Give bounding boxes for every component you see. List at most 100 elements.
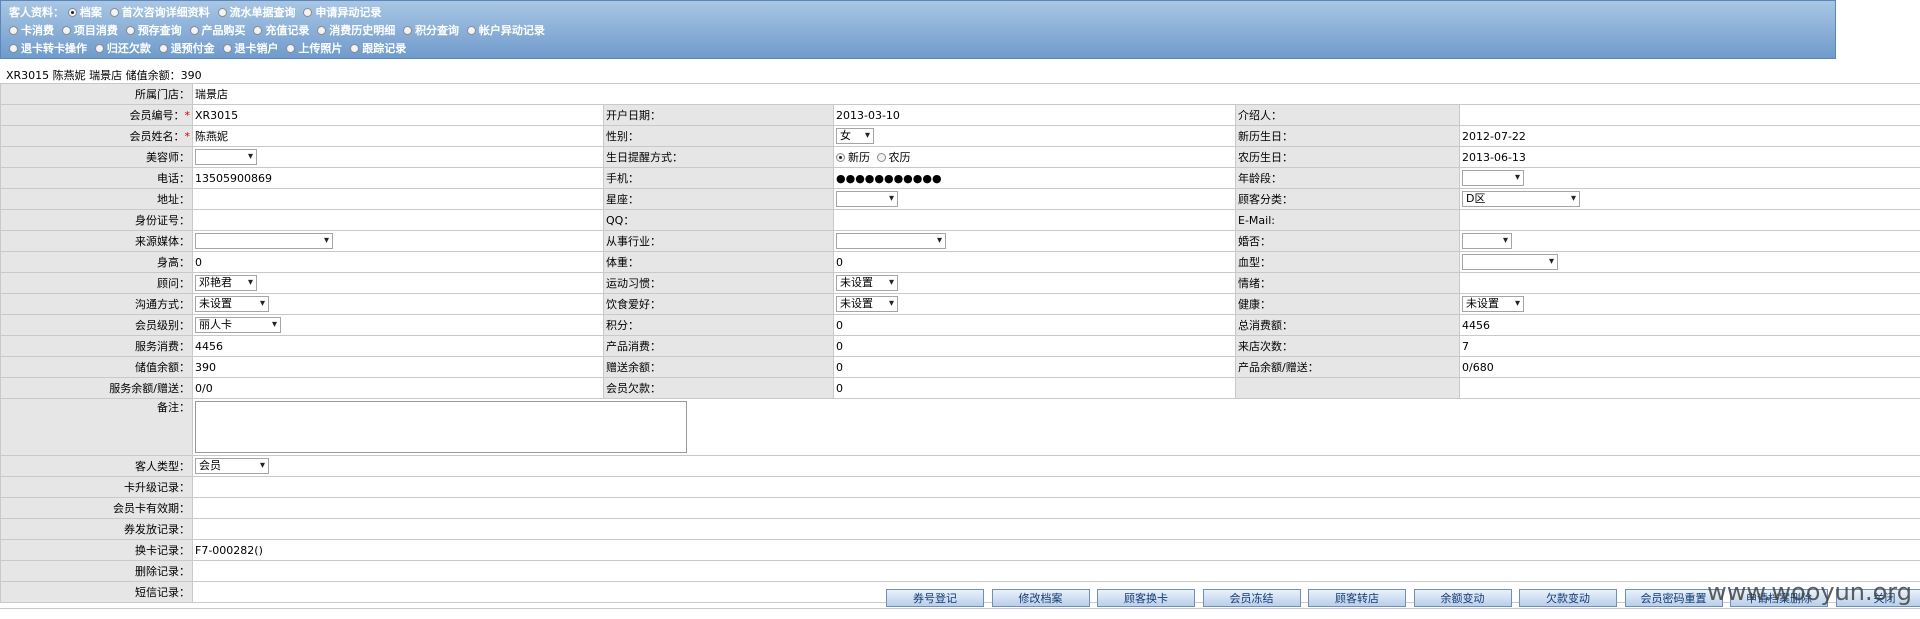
consultant-select[interactable]: 邓艳君 bbox=[195, 275, 257, 291]
radio-icon[interactable] bbox=[217, 8, 227, 17]
mobile-value[interactable]: ●●●●●●●●●●● bbox=[833, 167, 1236, 189]
nav-option-prepaid-query[interactable]: 预存查询 bbox=[125, 22, 182, 40]
radio-icon[interactable] bbox=[158, 44, 168, 53]
beautician-select[interactable] bbox=[195, 149, 257, 165]
customer-type-select[interactable]: 会员 bbox=[195, 458, 269, 474]
lunar-birthday-value[interactable]: 2013-06-13 bbox=[1458, 146, 1920, 168]
married-cell bbox=[1458, 230, 1920, 252]
lunar-birthday-label: 农历生日： bbox=[1235, 146, 1460, 168]
referrer-value[interactable] bbox=[1458, 104, 1920, 126]
health-select[interactable]: 未设置 bbox=[1462, 296, 1524, 312]
radio-icon[interactable] bbox=[253, 26, 263, 35]
nav-option-change-request[interactable]: 申请异动记录 bbox=[303, 4, 381, 22]
nav-option-product-purchase[interactable]: 产品购买 bbox=[189, 22, 246, 40]
nav-option-upload-photo[interactable]: 上传照片 bbox=[286, 40, 342, 58]
nav-option-receipt-query[interactable]: 流水单据查询 bbox=[217, 4, 296, 22]
nav-option-item-consume[interactable]: 项目消费 bbox=[61, 22, 118, 40]
source-select[interactable] bbox=[195, 233, 333, 249]
radio-icon[interactable] bbox=[350, 44, 360, 53]
nav-option-card-consume[interactable]: 卡消费 bbox=[9, 22, 54, 40]
radio-icon[interactable] bbox=[189, 26, 199, 35]
radio-icon[interactable] bbox=[466, 26, 476, 35]
age-group-select[interactable] bbox=[1462, 170, 1524, 186]
radio-icon[interactable] bbox=[286, 44, 296, 53]
coupon-log-label: 券发放记录： bbox=[0, 518, 193, 540]
member-name-value[interactable]: 陈燕妮 bbox=[192, 125, 604, 147]
radio-icon[interactable] bbox=[836, 153, 845, 162]
gift-balance-label: 赠送余额： bbox=[603, 356, 834, 378]
email-value[interactable] bbox=[1458, 209, 1920, 231]
blood-label: 血型： bbox=[1235, 251, 1460, 273]
nav-option-recharge-log[interactable]: 充值记录 bbox=[253, 22, 309, 40]
diet-select[interactable]: 未设置 bbox=[836, 296, 898, 312]
visits-label: 来店次数： bbox=[1235, 335, 1460, 357]
freeze-member-button[interactable]: 会员冻结 bbox=[1202, 589, 1301, 607]
exercise-select[interactable]: 未设置 bbox=[836, 275, 898, 291]
qq-label: QQ： bbox=[603, 209, 834, 231]
address-value[interactable] bbox=[192, 188, 604, 210]
remark-cell bbox=[191, 398, 1920, 456]
contact-way-select[interactable]: 未设置 bbox=[195, 296, 269, 312]
nav-option-points-query[interactable]: 积分查询 bbox=[403, 22, 459, 40]
nav-option-close-account[interactable]: 退卡销户 bbox=[222, 40, 279, 58]
nav-option-account-change[interactable]: 帐户异动记录 bbox=[466, 22, 545, 40]
id-no-value[interactable] bbox=[192, 209, 604, 231]
nav-option-first-consult[interactable]: 首次咨询详细资料 bbox=[109, 4, 210, 22]
radio-icon[interactable] bbox=[67, 8, 77, 17]
transfer-store-button[interactable]: 顾客转店 bbox=[1308, 589, 1406, 607]
nav-option-card-transfer[interactable]: 退卡转卡操作 bbox=[9, 40, 87, 58]
open-date-value[interactable]: 2013-03-10 bbox=[833, 104, 1236, 126]
coupon-register-button[interactable]: 券号登记 bbox=[886, 589, 984, 607]
zodiac-cell bbox=[833, 188, 1236, 210]
exercise-cell: 未设置 bbox=[833, 272, 1236, 294]
radio-icon[interactable] bbox=[109, 8, 119, 17]
gender-select[interactable]: 女 bbox=[836, 128, 874, 144]
radio-icon[interactable] bbox=[303, 8, 313, 17]
radio-icon[interactable] bbox=[222, 44, 232, 53]
required-mark: * bbox=[184, 109, 191, 122]
weight-value[interactable]: 0 bbox=[833, 251, 1236, 273]
radio-icon[interactable] bbox=[317, 26, 327, 35]
nav-option-archive[interactable]: 档案 bbox=[67, 4, 102, 22]
nav-option-follow-log[interactable]: 跟踪记录 bbox=[350, 40, 406, 58]
level-select[interactable]: 丽人卡 bbox=[195, 317, 281, 333]
height-value[interactable]: 0 bbox=[192, 251, 604, 273]
mood-value[interactable] bbox=[1458, 272, 1920, 294]
remark-label: 备注： bbox=[0, 398, 193, 456]
radio-icon[interactable] bbox=[9, 26, 18, 35]
nav-option-history-detail[interactable]: 消费历史明细 bbox=[317, 22, 395, 40]
phone-value[interactable]: 13505900869 bbox=[192, 167, 604, 189]
solar-birthday-value[interactable]: 2012-07-22 bbox=[1458, 125, 1920, 147]
edit-profile-button[interactable]: 修改档案 bbox=[991, 589, 1090, 607]
delete-log-value bbox=[191, 560, 1920, 582]
contact-way-label: 沟通方式： bbox=[0, 293, 193, 315]
member-no-value[interactable]: XR3015 bbox=[192, 104, 604, 126]
age-group-cell bbox=[1458, 167, 1920, 189]
level-cell: 丽人卡 bbox=[192, 314, 604, 336]
radio-icon[interactable] bbox=[403, 26, 413, 35]
member-no-label: 会员编号：* bbox=[0, 104, 193, 126]
watermark-text: www.wooyun.org bbox=[1707, 578, 1912, 606]
radio-icon[interactable] bbox=[94, 44, 104, 53]
qq-value[interactable] bbox=[833, 209, 1236, 231]
product-spend-value: 0 bbox=[833, 335, 1236, 357]
phone-label: 电话： bbox=[0, 167, 193, 189]
radio-icon[interactable] bbox=[125, 26, 135, 35]
radio-icon[interactable] bbox=[9, 44, 18, 53]
remark-textarea[interactable] bbox=[195, 401, 687, 453]
member-summary: XR3015 陈燕妮 瑞景店 储值余额：390 bbox=[6, 69, 202, 82]
beautician-label: 美容师： bbox=[0, 146, 193, 168]
blood-select[interactable] bbox=[1462, 254, 1558, 270]
radio-icon[interactable] bbox=[61, 26, 71, 35]
debt-change-button[interactable]: 欠款变动 bbox=[1519, 589, 1617, 607]
balance-change-button[interactable]: 余额变动 bbox=[1413, 589, 1512, 607]
zodiac-select[interactable] bbox=[836, 191, 898, 207]
customer-class-select[interactable]: D区 bbox=[1462, 191, 1580, 207]
change-card-button[interactable]: 顾客换卡 bbox=[1097, 589, 1195, 607]
industry-select[interactable] bbox=[836, 233, 946, 249]
radio-icon[interactable] bbox=[876, 153, 886, 162]
nav-option-refund-prepaid[interactable]: 退预付金 bbox=[158, 40, 215, 58]
married-select[interactable] bbox=[1462, 233, 1512, 249]
nav-row-1: 客人资料： 档案 首次咨询详细资料 流水单据查询 申请异动记录 bbox=[9, 4, 1831, 22]
nav-option-repay-debt[interactable]: 归还欠款 bbox=[94, 40, 151, 58]
